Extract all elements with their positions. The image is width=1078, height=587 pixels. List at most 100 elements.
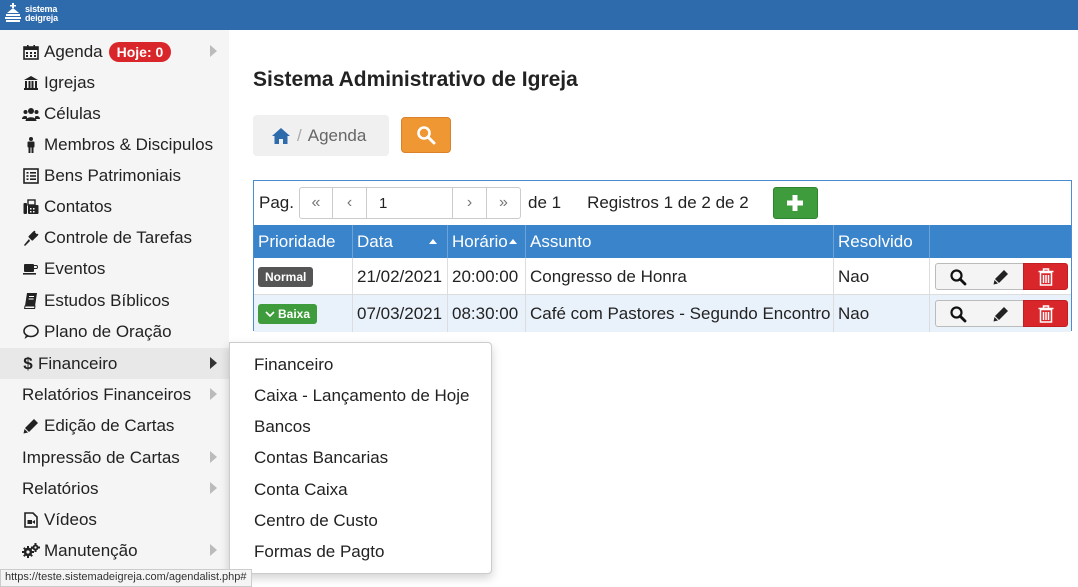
sidebar-item-label: Edição de Cartas xyxy=(44,415,175,435)
chevron-down-icon xyxy=(265,307,275,321)
submenu-item-formas-pagto[interactable]: Formas de Pagto xyxy=(254,536,384,567)
search-button[interactable] xyxy=(401,117,451,153)
submenu-item-caixa-hoje[interactable]: Caixa - Lançamento de Hoje xyxy=(254,380,469,411)
sidebar-item-relatorios[interactable]: Relatórios xyxy=(0,473,229,504)
chat-icon xyxy=(22,324,40,340)
cell-prioridade: Baixa xyxy=(254,295,353,332)
sidebar-item-label: Vídeos xyxy=(44,509,97,529)
edit-button[interactable] xyxy=(979,300,1024,327)
church-icon xyxy=(5,3,21,22)
cell-data: 21/02/2021 xyxy=(353,258,448,295)
book-icon xyxy=(22,292,40,309)
sidebar-item-relatorios-financeiros[interactable]: Relatórios Financeiros xyxy=(0,379,229,410)
today-badge: Hoje: 0 xyxy=(108,41,172,62)
column-header-prioridade[interactable]: Prioridade xyxy=(254,225,353,258)
sidebar-item-membros[interactable]: Membros & Discipulos xyxy=(0,129,229,160)
cell-assunto: Congresso de Honra xyxy=(526,258,834,295)
plus-icon xyxy=(786,194,804,212)
double-chevron-right-icon: » xyxy=(499,194,508,211)
calendar-icon xyxy=(22,44,40,60)
submenu-item-centro-custo[interactable]: Centro de Custo xyxy=(254,505,378,536)
users-icon xyxy=(22,106,40,122)
sidebar-item-estudos[interactable]: Estudos Bíblicos xyxy=(0,285,229,316)
double-chevron-left-icon: « xyxy=(311,194,321,211)
sidebar-item-impressao-cartas[interactable]: Impressão de Cartas xyxy=(0,442,229,473)
column-header-horario[interactable]: Horário xyxy=(448,225,526,258)
chevron-right-icon xyxy=(210,357,217,369)
page-title: Sistema Administrativo de Igreja xyxy=(253,68,578,91)
edit-button[interactable] xyxy=(979,263,1024,290)
prev-page-button[interactable]: ‹ xyxy=(332,187,367,219)
column-header-resolvido[interactable]: Resolvido xyxy=(834,225,930,258)
chevron-right-icon xyxy=(210,388,217,400)
sidebar-item-label: Plano de Oração xyxy=(44,321,172,341)
column-header-data[interactable]: Data xyxy=(353,225,448,258)
pencil-icon xyxy=(22,418,40,434)
priority-label: Baixa xyxy=(278,306,311,321)
magnifier-icon xyxy=(949,305,967,323)
breadcrumb: / Agenda xyxy=(253,115,389,156)
top-bar: sistema deigreja xyxy=(0,0,1078,30)
submenu-item-bancos[interactable]: Bancos xyxy=(254,411,311,442)
sidebar-item-edicao-cartas[interactable]: Edição de Cartas xyxy=(0,410,229,441)
submenu-item-financeiro[interactable]: Financeiro xyxy=(254,349,333,380)
view-button[interactable] xyxy=(935,300,980,327)
plug-icon xyxy=(22,230,40,246)
header-label: Prioridade xyxy=(258,231,336,251)
first-page-button[interactable]: « xyxy=(298,187,333,219)
coffee-icon xyxy=(22,262,40,276)
chevron-right-icon xyxy=(210,451,217,463)
next-page-button[interactable]: › xyxy=(452,187,487,219)
sidebar-item-financeiro[interactable]: $ Financeiro xyxy=(0,348,229,379)
sidebar-item-label: Bens Patrimoniais xyxy=(44,165,182,185)
sidebar-item-celulas[interactable]: Células xyxy=(0,98,229,129)
sidebar-item-igrejas[interactable]: Igrejas xyxy=(0,67,229,98)
agenda-grid: Pag. « ‹ 1 › » de 1 Registros 1 de 2 de … xyxy=(253,180,1072,332)
table-row: Normal 21/02/2021 20:00:00 Congresso de … xyxy=(254,258,1071,295)
view-button[interactable] xyxy=(935,263,980,290)
cell-resolvido: Nao xyxy=(834,295,930,332)
list-icon xyxy=(22,167,40,184)
chevron-right-icon xyxy=(210,45,217,57)
sidebar-item-label: Manutenção xyxy=(44,540,138,560)
home-icon[interactable] xyxy=(271,127,291,145)
logo[interactable]: sistema deigreja xyxy=(5,3,58,25)
magnifier-icon xyxy=(949,268,967,286)
delete-button[interactable] xyxy=(1023,300,1068,327)
records-count: Registros 1 de 2 de 2 xyxy=(587,193,749,212)
sidebar-item-bens[interactable]: Bens Patrimoniais xyxy=(0,160,229,191)
last-page-button[interactable]: » xyxy=(486,187,521,219)
pencil-icon xyxy=(993,269,1009,285)
submenu-item-conta-caixa[interactable]: Conta Caixa xyxy=(254,474,348,505)
delete-button[interactable] xyxy=(1023,263,1068,290)
trash-icon xyxy=(1038,304,1054,323)
sidebar: Agenda Hoje: 0 Igrejas Células Membros &… xyxy=(0,30,229,587)
pencil-icon xyxy=(993,306,1009,322)
video-icon xyxy=(22,511,40,528)
financeiro-submenu: Financeiro Caixa - Lançamento de Hoje Ba… xyxy=(229,342,492,574)
sidebar-item-label: Igrejas xyxy=(44,72,96,92)
cell-horario: 08:30:00 xyxy=(448,295,526,332)
sidebar-item-agenda[interactable]: Agenda Hoje: 0 xyxy=(0,36,229,67)
sidebar-item-tarefas[interactable]: Controle de Tarefas xyxy=(0,222,229,253)
header-label: Assunto xyxy=(530,231,592,251)
sidebar-item-eventos[interactable]: Eventos xyxy=(0,253,229,284)
sidebar-item-manutencao[interactable]: Manutenção xyxy=(0,535,229,566)
table-header: Prioridade Data Horário Assunto Resolvid… xyxy=(254,225,1071,258)
sidebar-item-videos[interactable]: Vídeos xyxy=(0,504,229,535)
sidebar-item-label: Impressão de Cartas xyxy=(22,447,180,467)
table-row: Baixa 07/03/2021 08:30:00 Café com Pasto… xyxy=(254,295,1071,332)
column-header-actions xyxy=(930,225,1071,258)
page-number-input[interactable]: 1 xyxy=(366,187,453,219)
sidebar-item-plano-oracao[interactable]: Plano de Oração xyxy=(0,316,229,347)
chevron-right-icon xyxy=(210,482,217,494)
sidebar-item-contatos[interactable]: Contatos xyxy=(0,191,229,222)
sort-up-icon xyxy=(428,239,437,244)
sidebar-item-label: Eventos xyxy=(44,258,106,278)
sidebar-item-label: Agenda xyxy=(44,41,103,61)
submenu-item-contas-bancarias[interactable]: Contas Bancarias xyxy=(254,442,388,473)
breadcrumb-current: Agenda xyxy=(307,125,367,145)
add-button[interactable] xyxy=(772,187,818,219)
chevron-right-icon: › xyxy=(466,194,473,211)
column-header-assunto[interactable]: Assunto xyxy=(526,225,834,258)
